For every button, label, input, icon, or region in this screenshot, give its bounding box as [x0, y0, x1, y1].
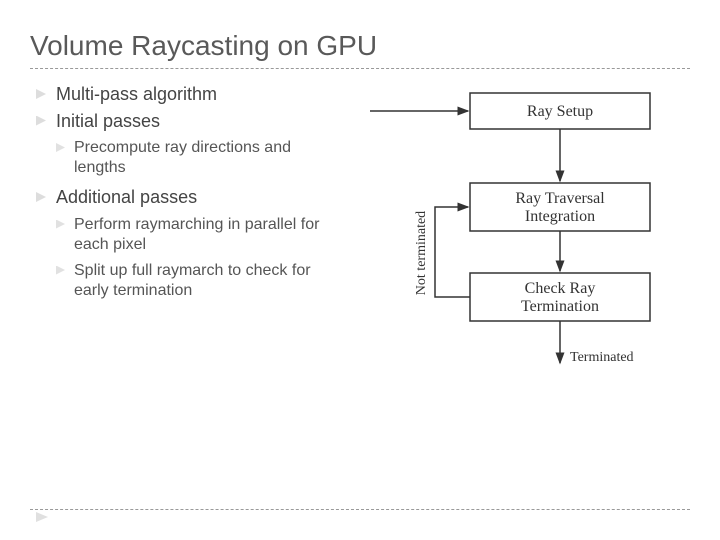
footer-divider: [30, 509, 690, 510]
diagram-column: Ray Setup Ray Traversal Integration Chec…: [340, 83, 690, 398]
content-row: Multi-pass algorithm Initial passes Prec…: [30, 83, 690, 398]
flowchart-svg: Ray Setup Ray Traversal Integration Chec…: [340, 83, 680, 393]
box-check-termination-label1: Check Ray: [525, 280, 596, 297]
bullet-multi-pass: Multi-pass algorithm: [36, 83, 330, 106]
main-list: Multi-pass algorithm Initial passes Prec…: [30, 83, 330, 301]
bullet-initial-passes-label: Initial passes: [56, 111, 160, 131]
box-check-termination-label2: Termination: [521, 298, 599, 315]
subbullet-split: Split up full raymarch to check for earl…: [56, 261, 330, 301]
title-divider: [30, 68, 690, 69]
box-ray-setup-label: Ray Setup: [527, 103, 593, 120]
sub-list-additional: Perform raymarching in parallel for each…: [56, 215, 330, 301]
subbullet-raymarching: Perform raymarching in parallel for each…: [56, 215, 330, 255]
label-terminated: Terminated: [570, 350, 634, 365]
sub-list-initial: Precompute ray directions and lengths: [56, 138, 330, 178]
page-title: Volume Raycasting on GPU: [30, 30, 690, 62]
bullet-initial-passes: Initial passes Precompute ray directions…: [36, 110, 330, 179]
arrow-loop-not-terminated: [435, 207, 470, 297]
subbullet-precompute: Precompute ray directions and lengths: [56, 138, 330, 178]
label-not-terminated: Not terminated: [414, 211, 429, 295]
text-column: Multi-pass algorithm Initial passes Prec…: [30, 83, 340, 309]
bullet-additional-passes-label: Additional passes: [56, 187, 197, 207]
box-ray-traversal-label2: Integration: [525, 208, 595, 225]
footer-triangle-icon: [36, 512, 48, 522]
bullet-additional-passes: Additional passes Perform raymarching in…: [36, 186, 330, 301]
box-ray-traversal-label1: Ray Traversal: [515, 190, 605, 207]
